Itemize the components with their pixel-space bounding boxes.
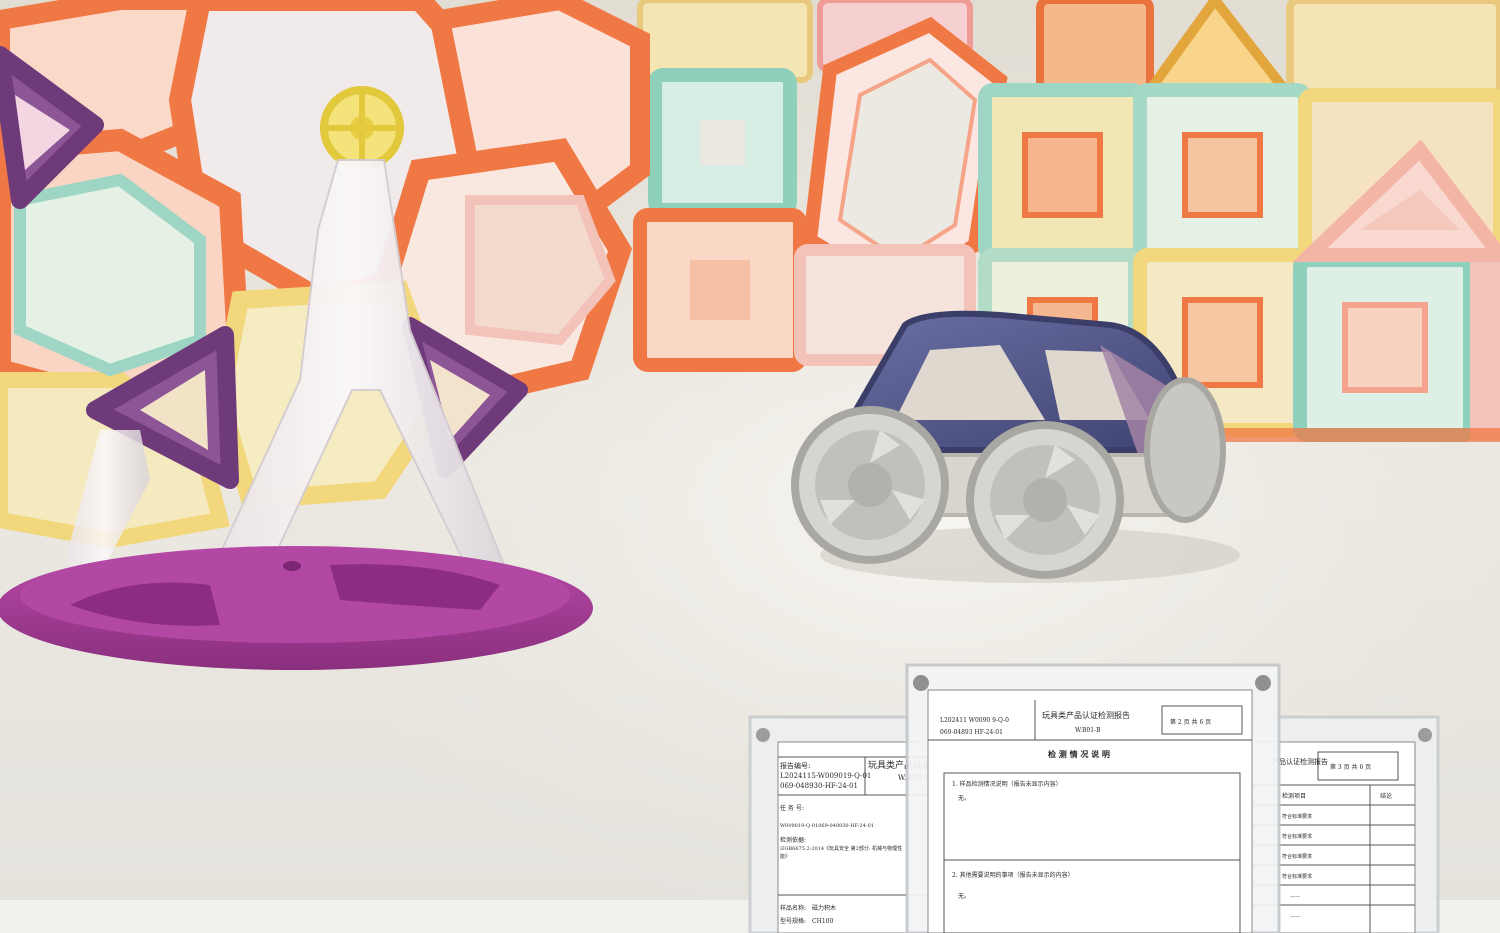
left-basis-label: 检测依据: — [780, 836, 806, 844]
left-model-label: 型号规格: — [780, 917, 806, 925]
right-row-3: 符合标准要求 — [1282, 873, 1312, 880]
center-item-2-sub: 无。 — [958, 893, 970, 900]
right-row-0: 符合标准要求 — [1282, 813, 1312, 820]
left-sample-value: 磁力积木 — [812, 904, 836, 912]
center-item-1-sub: 无。 — [958, 795, 970, 802]
product-photo-scene: 报告编号: L2024115-W009019-Q-01 069-048930-H… — [0, 0, 1500, 933]
scene-svg: 报告编号: L2024115-W009019-Q-01 069-048930-H… — [0, 0, 1500, 933]
center-item-2: 2. 其他需要说明的事项（报告未显示的内容） — [952, 871, 1074, 879]
center-report-line-2: 069-04893 HF-24-01 — [940, 729, 1003, 736]
center-header-title: 玩具类产品认证检测报告 — [1042, 710, 1130, 720]
center-header-sub: W.B01-B — [1075, 727, 1101, 734]
left-task-label: 任 务 号: — [780, 804, 804, 812]
right-row-5: —— — [1290, 914, 1300, 920]
center-item-1: 1. 样品检测情况说明（报告未显示内容） — [952, 780, 1062, 788]
right-row-1: 符合标准要求 — [1282, 833, 1312, 840]
center-report-line-1: L202411 W0090 9-Q-0 — [940, 717, 1009, 724]
left-report-no-2: 069-048930-HF-24-01 — [780, 782, 858, 790]
left-task-value: W009019-Q-01069-048930-HF-24-01 — [780, 823, 874, 829]
left-sample-label: 样品名称: — [780, 904, 806, 912]
left-basis-value: ☑GB6675.2-2014《玩具安全 第2部分: 机械与物理性 — [780, 845, 902, 852]
right-col-2: 结论 — [1380, 792, 1392, 800]
center-section-title: 检 测 情 况 说 明 — [1048, 749, 1110, 759]
left-report-no-label: 报告编号: — [780, 761, 810, 770]
left-report-no-1: L2024115-W009019-Q-01 — [780, 772, 871, 780]
left-model-value: CH100 — [812, 918, 833, 925]
right-row-2: 符合标准要求 — [1282, 853, 1312, 860]
left-basis-value-2: 能》 — [780, 853, 790, 860]
right-col-1: 检测项目 — [1282, 792, 1306, 800]
right-row-4: —— — [1290, 894, 1300, 900]
right-page-box: 第 3 页 共 6 页 — [1330, 763, 1371, 771]
center-page-box: 第 2 页 共 6 页 — [1170, 718, 1211, 726]
